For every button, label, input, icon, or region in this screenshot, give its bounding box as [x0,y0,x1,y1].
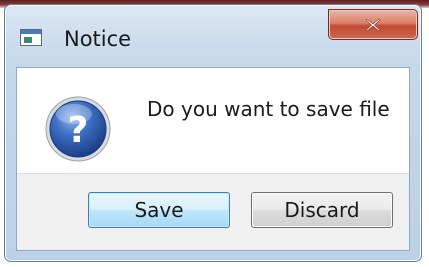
notice-dialog: Notice ? Do you want to save file Save D… [4,4,422,262]
window-title: Notice [64,27,132,51]
close-icon [365,18,381,31]
question-icon: ? [45,96,111,162]
save-button[interactable]: Save [88,192,230,228]
title-bar[interactable]: Notice [5,5,421,65]
window-app-icon [20,29,42,46]
dialog-message: Do you want to save file [147,97,390,121]
close-button[interactable] [328,9,418,40]
discard-button[interactable]: Discard [251,192,393,228]
svg-text:?: ? [68,110,89,151]
dialog-body: ? Do you want to save file Save Discard [16,67,410,251]
